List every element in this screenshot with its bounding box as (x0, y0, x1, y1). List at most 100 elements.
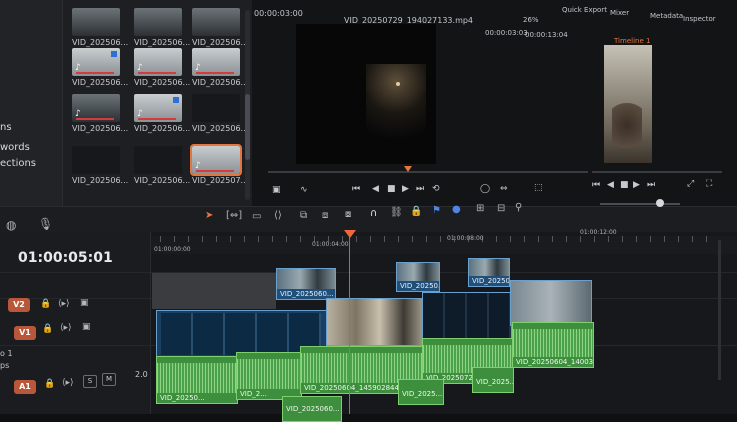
v2-auto-select-icon[interactable]: ⟨▸⟩ (58, 299, 70, 309)
clip-preview (192, 8, 240, 36)
v1-clip[interactable] (422, 292, 512, 340)
zoom-level[interactable]: 26% (523, 16, 539, 24)
go-to-start-icon[interactable]: ⏮ (352, 184, 360, 194)
play-reverse-icon[interactable]: ◀ (372, 184, 379, 194)
v1-lock-icon[interactable]: 🔒 (42, 324, 53, 334)
timeline-go-start-icon[interactable]: ⏮ (592, 180, 600, 190)
flag-icon[interactable]: ⚑ (432, 205, 441, 216)
zoom-slider-handle[interactable] (656, 199, 664, 207)
timeline-vertical-scrollbar[interactable] (718, 240, 721, 380)
track-badge-a1[interactable]: A1 (14, 380, 36, 394)
timeline-play-icon[interactable]: ▶ (633, 180, 640, 190)
voiceover-mic-icon[interactable]: 🎙 (38, 217, 53, 231)
playhead[interactable] (349, 232, 350, 414)
source-viewer-screen[interactable] (296, 24, 436, 164)
sidebar-item-ns[interactable]: ns (0, 122, 12, 133)
insert-clip-icon[interactable]: ⧉ (300, 210, 307, 221)
play-icon[interactable]: ▶ (402, 184, 409, 194)
zoom-full-icon[interactable]: ⊟ (497, 203, 505, 214)
mixer-button[interactable]: Mixer (610, 9, 629, 17)
timeline-scrub-bar[interactable] (592, 171, 722, 173)
a1-lock-icon[interactable]: 🔒 (44, 379, 55, 389)
edit-toolbar (0, 206, 737, 233)
media-clip-thumbnail[interactable]: VID_202506... (134, 146, 190, 185)
loop-icon[interactable]: ⟲ (432, 184, 440, 194)
a2-clip[interactable]: VID_2025060... (282, 396, 342, 422)
v2-clip[interactable]: VID_20250... (468, 258, 510, 287)
zoom-custom-icon[interactable]: ⚲ (515, 202, 522, 213)
media-clip-thumbnail[interactable]: ♪ VID_202506... (72, 94, 128, 133)
sidebar-item-ections[interactable]: ections (0, 158, 36, 169)
timeline-reverse-icon[interactable]: ◀ (607, 180, 614, 190)
marker-icon[interactable]: ● (452, 204, 461, 215)
layout-icon[interactable]: ◍ (6, 218, 16, 232)
a1-mute-button[interactable]: M (102, 373, 116, 386)
a1-clip[interactable]: VID_2... (236, 352, 302, 400)
media-clip-thumbnail[interactable]: VID_202506... (192, 94, 248, 133)
selection-pointer-icon[interactable]: ➤ (205, 210, 213, 221)
metadata-button[interactable]: Metadata (650, 12, 683, 20)
zoom-detail-icon[interactable]: ⊞ (476, 203, 484, 214)
v2-clip[interactable]: VID_2025060... (276, 268, 336, 300)
sidebar-item-words[interactable]: words (0, 142, 30, 153)
stop-icon[interactable]: ■ (387, 184, 396, 194)
timeline-ruler[interactable] (150, 236, 737, 254)
v1-auto-select-icon[interactable]: ⟨▸⟩ (60, 323, 72, 333)
source-scrub-bar[interactable] (268, 171, 588, 173)
link-icon[interactable]: ⛓ (390, 207, 403, 218)
media-clip-thumbnail[interactable]: VID_202506... (72, 8, 128, 47)
scrollbar-thumb[interactable] (245, 94, 250, 160)
lock-icon[interactable]: 🔒 (410, 206, 422, 217)
clip-label: VID_202507... (192, 176, 249, 185)
media-clip-thumbnail[interactable]: VID_202506... (72, 146, 128, 185)
mark-clip-icon[interactable]: ⇔ (500, 184, 508, 194)
track-badge-v1[interactable]: V1 (14, 326, 36, 340)
timeline-timecode[interactable]: 01:00:05:01 (18, 250, 113, 266)
media-clip-thumbnail[interactable]: ♪ VID_202506... (72, 48, 128, 87)
v1-clip[interactable] (510, 280, 592, 326)
media-pool-scrollbar[interactable] (245, 10, 250, 200)
audio-indicator (138, 118, 176, 120)
a1-auto-select-icon[interactable]: ⟨▸⟩ (62, 378, 74, 388)
snapping-icon[interactable]: ∩ (370, 208, 377, 219)
track-badge-v2[interactable]: V2 (8, 298, 30, 312)
a2-clip[interactable]: VID_2025... (472, 367, 514, 393)
trim-tool-icon[interactable]: [⇔] (226, 210, 242, 221)
fullscreen-icon[interactable]: ⛶ (706, 179, 712, 189)
viewer-mode-icon[interactable]: ▣ (272, 185, 281, 195)
zoom-slider[interactable] (600, 203, 680, 205)
crop-icon[interactable]: ⬚ (534, 183, 543, 193)
a1-clip[interactable]: VID_20250604_140035... (512, 322, 594, 368)
timeline-stop-icon[interactable]: ■ (620, 180, 629, 190)
a1-clip[interactable]: VID_20250... (156, 356, 238, 404)
timeline-name[interactable]: Timeline 1 (614, 37, 650, 45)
blade-tool-icon[interactable]: ▭ (252, 211, 261, 222)
v2-visibility-icon[interactable]: ▣ (80, 298, 89, 308)
audio-wave-icon[interactable]: ∿ (300, 185, 308, 195)
go-to-end-icon[interactable]: ⏭ (416, 184, 424, 194)
media-clip-thumbnail[interactable]: VID_202506... (134, 8, 190, 47)
mark-in-icon[interactable]: ◯ (480, 184, 490, 194)
a1-solo-button[interactable]: S (83, 375, 97, 388)
source-playhead-marker[interactable] (404, 166, 412, 172)
v2-lock-icon[interactable]: 🔒 (40, 299, 51, 309)
replace-clip-icon[interactable]: ⧇ (345, 209, 351, 220)
ruler-tick (244, 236, 245, 242)
inspector-button[interactable]: Inspector (683, 15, 716, 23)
v2-clip[interactable]: VID_20250... (396, 262, 440, 292)
media-clip-thumbnail[interactable]: ♪ VID_202506... (192, 48, 248, 87)
media-clip-thumbnail[interactable]: ♪ VID_202507... (190, 144, 248, 185)
timeline-viewer-screen[interactable] (604, 45, 652, 163)
dynamic-trim-icon[interactable]: ⟨⟩ (274, 210, 282, 221)
media-clip-thumbnail[interactable]: ♪ VID_202506... (134, 94, 190, 133)
media-clip-thumbnail[interactable]: VID_202506... (192, 8, 248, 47)
playhead-handle[interactable] (344, 230, 356, 238)
v1-visibility-icon[interactable]: ▣ (82, 322, 91, 332)
overwrite-clip-icon[interactable]: ⧈ (322, 210, 328, 221)
timeline-loop-icon[interactable]: ⤢ (687, 179, 694, 189)
a2-clip[interactable]: VID_2025... (398, 379, 444, 405)
quick-export-button[interactable]: Quick Export (562, 6, 607, 14)
media-clip-thumbnail[interactable]: ♪ VID_202506... (134, 48, 190, 87)
v1-clip[interactable] (326, 298, 424, 346)
timeline-go-end-icon[interactable]: ⏭ (647, 180, 655, 190)
